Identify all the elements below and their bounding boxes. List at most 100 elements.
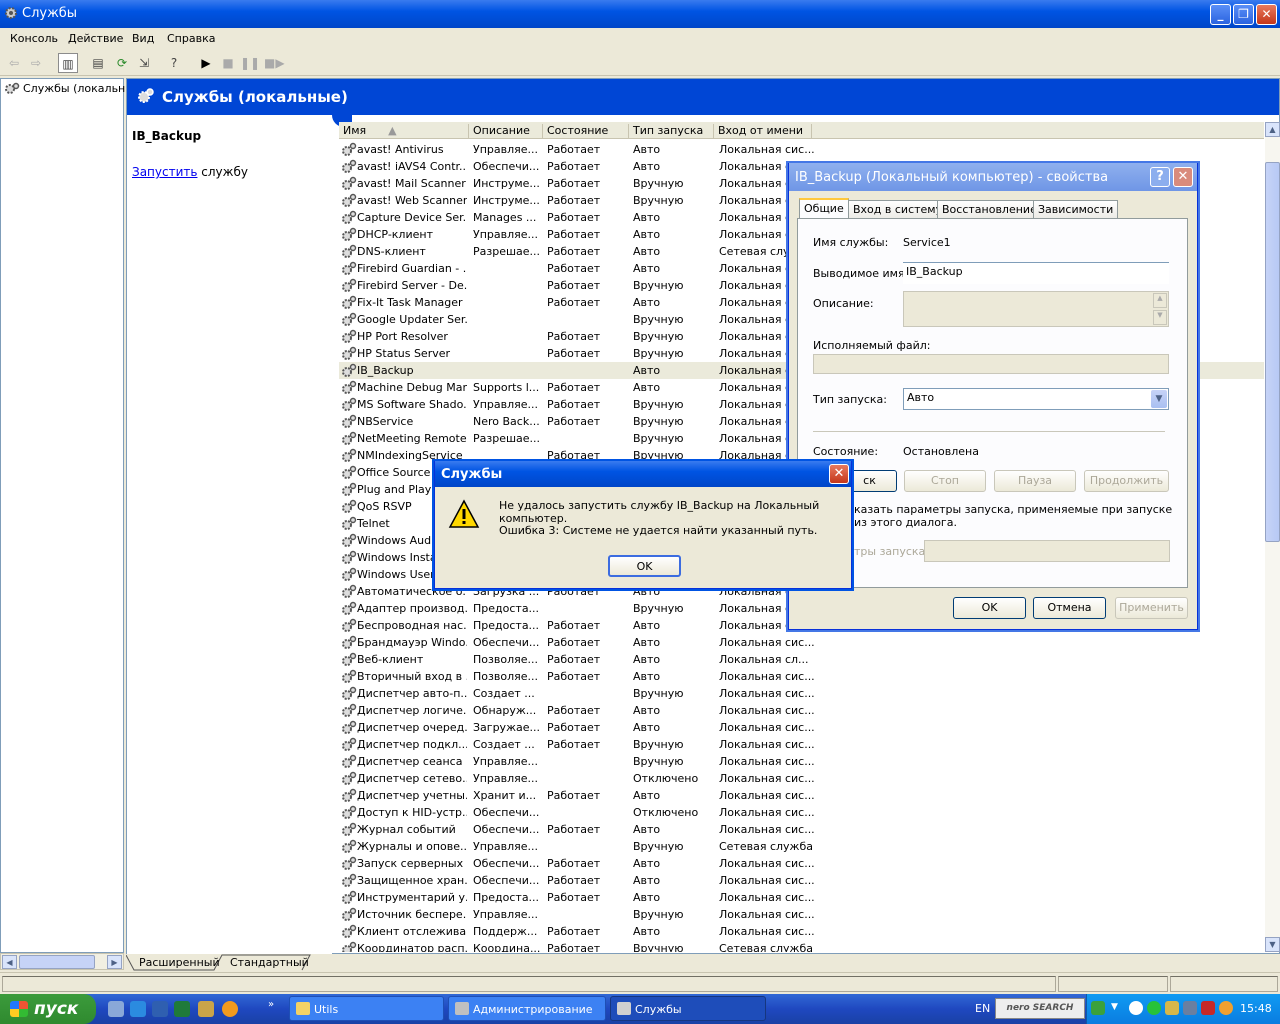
table-row[interactable]: Вторичный вход в ... Позволяе... Работает А… bbox=[339, 668, 1264, 685]
taskbar-utils[interactable]: Utils bbox=[289, 996, 444, 1021]
description-field[interactable]: ▲ ▼ bbox=[903, 291, 1169, 327]
table-row[interactable]: Диспетчер сетево... Управляе... Отключено Л… bbox=[339, 770, 1264, 787]
table-row[interactable]: Координатор расп... Координа... Работает Вр… bbox=[339, 940, 1264, 952]
display-name-field[interactable]: IB_Backup bbox=[903, 262, 1169, 284]
col-description[interactable]: Описание bbox=[469, 124, 543, 138]
scroll-right-icon[interactable]: ▶ bbox=[107, 955, 122, 969]
table-row[interactable]: Брандмауэр Windo... Обеспечи... Работает Ав… bbox=[339, 634, 1264, 651]
params-field[interactable] bbox=[924, 540, 1170, 562]
tray-lang-icon[interactable] bbox=[1201, 1001, 1215, 1015]
window-titlebar[interactable]: Службы _ ❐ ✕ bbox=[0, 0, 1280, 28]
taskbar-administration[interactable]: Администрирование bbox=[448, 996, 606, 1021]
chevron-down-icon[interactable]: ▼ bbox=[1151, 390, 1167, 408]
table-row[interactable]: Диспетчер подкл... Создает ... Работает Вру… bbox=[339, 736, 1264, 753]
stop-icon[interactable]: ■ bbox=[218, 53, 238, 73]
message-titlebar[interactable]: Службы ✕ bbox=[435, 461, 851, 487]
table-row[interactable]: Источник беспере... Управляе... Вручную Лок… bbox=[339, 906, 1264, 923]
restart-icon[interactable]: ■▶ bbox=[264, 53, 285, 73]
tree-horizontal-scrollbar[interactable]: ◀ ▶ bbox=[0, 953, 124, 970]
tab-standard[interactable]: Стандартный bbox=[230, 956, 309, 969]
col-logon[interactable]: Вход от имени bbox=[714, 124, 812, 138]
quicklaunch-app-icon[interactable] bbox=[222, 1001, 238, 1017]
tray-icq-icon[interactable] bbox=[1147, 1001, 1161, 1015]
ok-button[interactable]: OK bbox=[953, 597, 1026, 619]
start-service-link[interactable]: Запустить bbox=[132, 165, 197, 179]
export-list-icon[interactable]: ⇲ bbox=[134, 53, 154, 73]
menu-help[interactable]: Справка bbox=[167, 32, 215, 45]
tray-back-icon[interactable] bbox=[1129, 1001, 1143, 1015]
table-row[interactable]: avast! Antivirus Управляе... Работает Авто Л… bbox=[339, 141, 1264, 158]
nero-search-box[interactable]: nero SEARCH bbox=[995, 998, 1085, 1019]
menu-console[interactable]: Консоль bbox=[10, 32, 58, 45]
scroll-left-icon[interactable]: ◀ bbox=[2, 955, 17, 969]
scroll-up-icon[interactable]: ▲ bbox=[1265, 122, 1280, 137]
col-startup[interactable]: Тип запуска bbox=[629, 124, 714, 138]
chevron-down-icon[interactable]: ▼ bbox=[1111, 1002, 1118, 1012]
scroll-thumb[interactable] bbox=[19, 955, 95, 969]
play-icon[interactable]: ▶ bbox=[196, 53, 216, 73]
tray-arrow-icon[interactable] bbox=[1091, 1001, 1105, 1015]
language-indicator[interactable]: EN bbox=[975, 1002, 990, 1015]
tray-network-icon[interactable] bbox=[1183, 1001, 1197, 1015]
scroll-thumb[interactable] bbox=[1265, 162, 1280, 542]
startup-type-select[interactable]: Авто ▼ bbox=[903, 388, 1169, 410]
table-row[interactable]: Защищенное хран... Обеспечи... Работает Авт… bbox=[339, 872, 1264, 889]
tab-recovery[interactable]: Восстановление bbox=[937, 200, 1042, 218]
table-row[interactable]: Журналы и опове... Управляе... Вручную Сете… bbox=[339, 838, 1264, 855]
ok-button[interactable]: OK bbox=[608, 555, 681, 577]
apply-button[interactable]: Применить bbox=[1115, 597, 1188, 619]
forward-icon[interactable]: ⇨ bbox=[26, 53, 46, 73]
stop-button[interactable]: Стоп bbox=[904, 470, 986, 492]
pause-icon[interactable]: ❚❚ bbox=[240, 53, 260, 73]
pause-button[interactable]: Пауза bbox=[994, 470, 1076, 492]
show-tree-icon[interactable]: ▥ bbox=[58, 53, 78, 73]
restore-button[interactable]: ❐ bbox=[1233, 4, 1254, 25]
tab-logon[interactable]: Вход в систему bbox=[848, 200, 948, 218]
tab-general[interactable]: Общие bbox=[799, 198, 849, 219]
cancel-button[interactable]: Отмена bbox=[1033, 597, 1106, 619]
close-button[interactable]: ✕ bbox=[1256, 4, 1277, 25]
menu-view[interactable]: Вид bbox=[132, 32, 154, 45]
table-row[interactable]: Журнал событий Обеспечи... Работает Авто Лок… bbox=[339, 821, 1264, 838]
col-name[interactable]: Имя ▲ bbox=[339, 124, 469, 138]
minimize-button[interactable]: _ bbox=[1210, 4, 1231, 25]
excel-icon[interactable] bbox=[174, 1001, 190, 1017]
tray-app-icon[interactable] bbox=[1165, 1001, 1179, 1015]
internet-explorer-icon[interactable] bbox=[130, 1001, 146, 1017]
table-row[interactable]: Диспетчер логиче... Обнаруж... Работает Авт… bbox=[339, 702, 1264, 719]
executable-field[interactable] bbox=[813, 354, 1169, 374]
scroll-down-icon[interactable]: ▼ bbox=[1153, 310, 1167, 325]
tray-avast-icon[interactable] bbox=[1219, 1001, 1233, 1015]
table-row[interactable]: Инструментарий у... Предоста... Работает Ав… bbox=[339, 889, 1264, 906]
tab-extended[interactable]: Расширенный bbox=[139, 956, 220, 969]
resume-button[interactable]: Продолжить bbox=[1084, 470, 1169, 492]
menu-action[interactable]: Действие bbox=[68, 32, 123, 45]
table-row[interactable]: Веб-клиент Позволяе... Работает Авто Локальн… bbox=[339, 651, 1264, 668]
table-row[interactable]: Диспетчер учетны... Хранит и... Работает Ав… bbox=[339, 787, 1264, 804]
table-row[interactable]: Запуск серверных ... Обеспечи... Работает А… bbox=[339, 855, 1264, 872]
properties-icon[interactable]: ▤ bbox=[88, 53, 108, 73]
refresh-icon[interactable]: ⟳ bbox=[112, 53, 132, 73]
help-icon[interactable]: ? bbox=[164, 53, 184, 73]
services-quicklaunch-icon[interactable] bbox=[198, 1001, 214, 1017]
tab-dependencies[interactable]: Зависимости bbox=[1033, 200, 1119, 218]
table-row[interactable]: Диспетчер авто-п... Создает ... Вручную Лок… bbox=[339, 685, 1264, 702]
properties-titlebar[interactable]: IB_Backup (Локальный компьютер) - свойст… bbox=[789, 163, 1197, 191]
close-button[interactable]: ✕ bbox=[829, 464, 849, 484]
back-icon[interactable]: ⇦ bbox=[4, 53, 24, 73]
start-button[interactable]: пуск bbox=[0, 994, 96, 1024]
table-row[interactable]: Клиент отслежива... Поддерж... Работает Авт… bbox=[339, 923, 1264, 940]
word-icon[interactable] bbox=[152, 1001, 168, 1017]
table-row[interactable]: Диспетчер сеанса ... Управляе... Вручную Ло… bbox=[339, 753, 1264, 770]
col-state[interactable]: Состояние bbox=[543, 124, 629, 138]
table-row[interactable]: Доступ к HID-устр... Обеспечи... Отключено… bbox=[339, 804, 1264, 821]
close-button[interactable]: ✕ bbox=[1173, 167, 1193, 187]
list-vertical-scrollbar[interactable]: ▲ ▼ bbox=[1265, 122, 1280, 952]
taskbar-services[interactable]: Службы bbox=[610, 996, 766, 1021]
scroll-up-icon[interactable]: ▲ bbox=[1153, 293, 1167, 308]
tree-node-services[interactable]: Службы (локальны bbox=[23, 82, 134, 95]
help-button[interactable]: ? bbox=[1150, 167, 1170, 187]
desktop-icon[interactable] bbox=[108, 1001, 124, 1017]
quicklaunch-chevron-icon[interactable]: » bbox=[268, 999, 274, 1010]
table-row[interactable]: Диспетчер очеред... Загружае... Работает Ав… bbox=[339, 719, 1264, 736]
